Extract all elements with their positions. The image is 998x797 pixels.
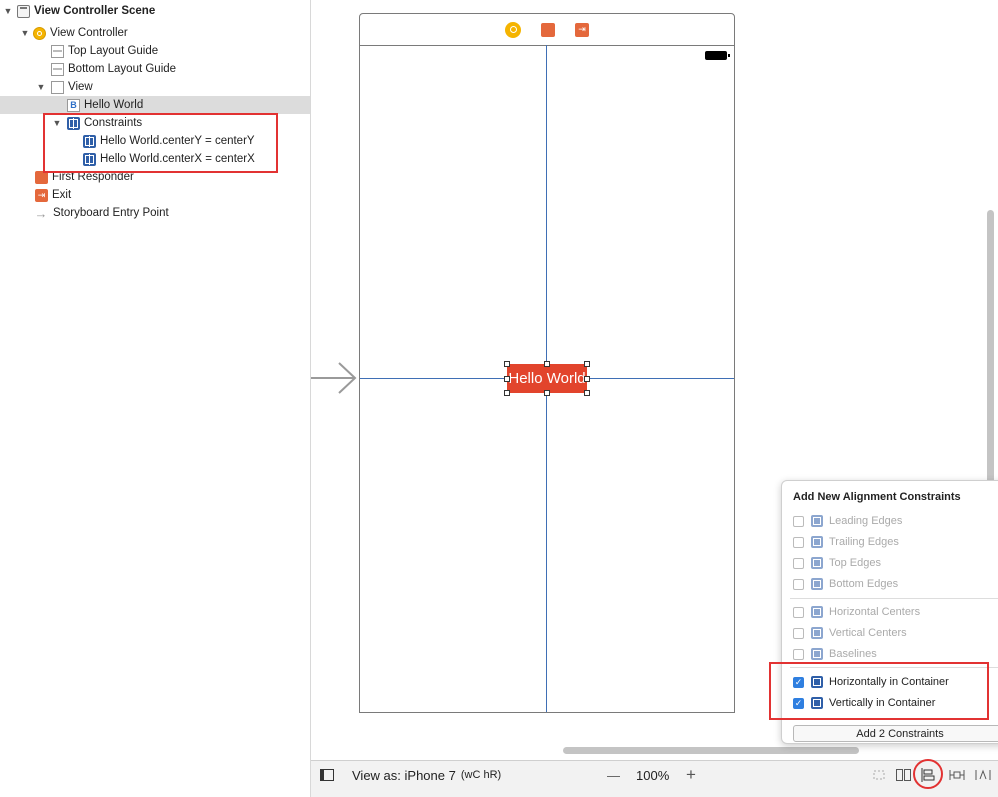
exit-icon: ⇥ (35, 188, 48, 202)
separator (790, 598, 998, 599)
constraints-highlight-box (43, 113, 278, 173)
horizontal-centers-icon (811, 606, 823, 618)
vertical-centers-icon (811, 627, 823, 639)
option-label: Trailing Edges (829, 536, 899, 548)
horizontal-scrollbar[interactable] (563, 747, 859, 754)
bottom-edges-icon (811, 578, 823, 590)
resize-handle[interactable] (504, 361, 510, 367)
option-label: Bottom Edges (829, 578, 899, 590)
popover-title: Add New Alignment Constraints (793, 491, 961, 503)
resize-handle[interactable] (584, 361, 590, 367)
option-top-edges[interactable]: Top Edges (793, 554, 881, 572)
checkbox[interactable] (793, 578, 804, 590)
leading-edges-icon (811, 515, 823, 527)
resize-handle[interactable] (504, 376, 510, 382)
checkbox[interactable] (793, 557, 804, 569)
outline-row-hello-world[interactable]: B Hello World (0, 96, 310, 114)
option-label: Leading Edges (829, 515, 903, 527)
resize-handle[interactable] (504, 390, 510, 396)
align-button-highlight (913, 759, 943, 789)
resolve-autolayout-issues-icon[interactable] (973, 767, 993, 783)
baselines-icon (811, 648, 823, 660)
outline-label: View Controller Scene (34, 5, 156, 17)
outline-row-top-layout-guide[interactable]: Top Layout Guide (0, 42, 310, 60)
outline-label: Hello World (84, 99, 144, 111)
layout-guide-icon (51, 62, 64, 76)
entry-point-arrow-icon[interactable] (311, 361, 359, 395)
option-label: Vertical Centers (829, 627, 907, 639)
option-trailing-edges[interactable]: Trailing Edges (793, 533, 899, 551)
document-outline: ▼ View Controller Scene ▼ View Controlle… (0, 0, 311, 797)
outline-label: Storyboard Entry Point (53, 207, 169, 219)
label-icon: B (67, 98, 80, 112)
zoom-in-button[interactable]: + (686, 761, 696, 789)
outline-label: Bottom Layout Guide (68, 63, 177, 75)
add-constraints-button[interactable]: Add 2 Constraints (793, 725, 998, 742)
disclosure-triangle[interactable]: ▼ (36, 82, 46, 92)
container-options-highlight-box (769, 662, 989, 720)
scene-dock: ⇥ (360, 14, 734, 46)
update-frames-icon[interactable] (869, 767, 889, 783)
outline-row-scene[interactable]: ▼ View Controller Scene (0, 2, 310, 20)
canvas-bottom-bar: View as: iPhone 7 (wC hR) — 100% + (311, 759, 998, 797)
top-edges-icon (811, 557, 823, 569)
option-label: Baselines (829, 648, 877, 660)
option-label: Top Edges (829, 557, 881, 569)
disclosure-triangle[interactable]: ▼ (20, 28, 30, 38)
resize-handle[interactable] (544, 361, 550, 367)
outline-row-view-controller[interactable]: ▼ View Controller (0, 24, 310, 42)
view-controller-icon[interactable] (505, 21, 521, 38)
disclosure-triangle[interactable]: ▼ (3, 6, 13, 16)
view-icon (51, 80, 64, 94)
view-controller-icon (33, 26, 46, 40)
resize-handle[interactable] (544, 390, 550, 396)
first-responder-icon[interactable] (541, 22, 555, 37)
hello-world-label[interactable]: Hello World (507, 364, 587, 393)
option-vertical-centers[interactable]: Vertical Centers (793, 624, 907, 642)
outline-row-view[interactable]: ▼ View (0, 78, 310, 96)
checkbox[interactable] (793, 536, 804, 548)
scene-icon (17, 4, 30, 18)
checkbox[interactable] (793, 648, 804, 660)
checkbox[interactable] (793, 606, 804, 618)
resize-handle[interactable] (584, 376, 590, 382)
option-horizontal-centers[interactable]: Horizontal Centers (793, 603, 920, 621)
zoom-out-button[interactable]: — (607, 761, 620, 789)
view-controller-scene[interactable]: ⇥ Hello World (359, 13, 735, 713)
view-as-device: View as: iPhone 7 (352, 767, 456, 783)
zoom-level: 100% (636, 767, 670, 783)
resize-handle[interactable] (584, 390, 590, 396)
checkbox[interactable] (793, 627, 804, 639)
view-as-label[interactable]: View as: iPhone 7 (wC hR) (352, 761, 501, 789)
outline-row-storyboard-entry-point[interactable]: → Storyboard Entry Point (0, 204, 310, 222)
outline-label: Top Layout Guide (68, 45, 159, 57)
outline-row-bottom-layout-guide[interactable]: Bottom Layout Guide (0, 60, 310, 78)
exit-icon[interactable]: ⇥ (575, 22, 589, 37)
size-class: (wC hR) (460, 769, 502, 781)
option-label: Horizontal Centers (829, 606, 921, 618)
option-baselines[interactable]: Baselines (793, 645, 877, 663)
battery-icon (705, 51, 730, 60)
outline-label: View Controller (50, 27, 128, 39)
outline-label: Exit (52, 189, 72, 201)
outline-row-exit[interactable]: ⇥ Exit (0, 186, 310, 204)
add-new-constraints-icon[interactable] (947, 767, 967, 783)
layout-guide-icon (51, 44, 64, 58)
toggle-outline-icon[interactable] (317, 767, 337, 783)
embed-in-stack-icon[interactable] (894, 767, 914, 783)
trailing-edges-icon (811, 536, 823, 548)
option-bottom-edges[interactable]: Bottom Edges (793, 575, 898, 593)
entry-arrow-icon: → (34, 205, 48, 221)
checkbox[interactable] (793, 515, 804, 527)
outline-label: View (68, 81, 93, 93)
option-leading-edges[interactable]: Leading Edges (793, 512, 902, 530)
